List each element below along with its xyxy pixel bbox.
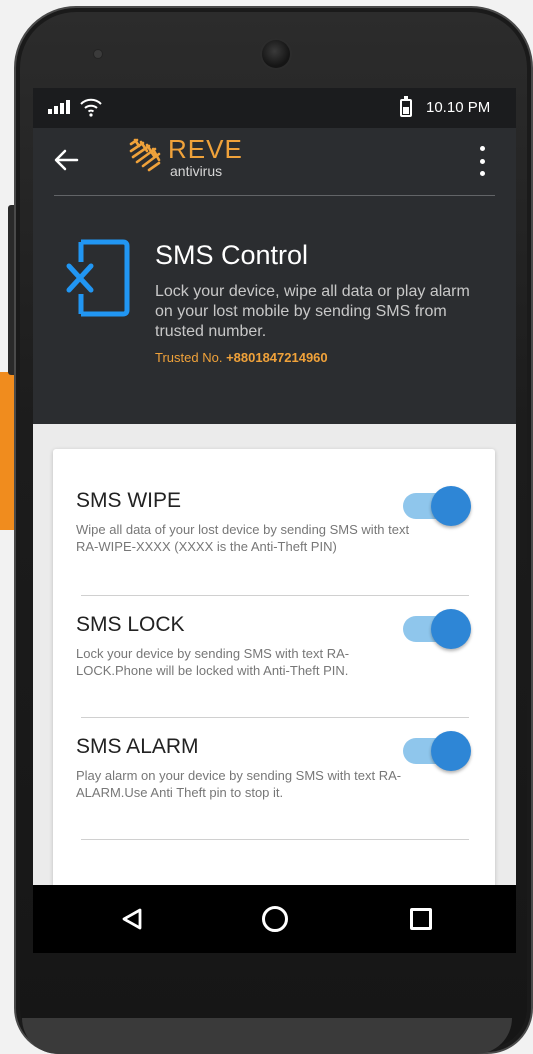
more-vert-icon[interactable] <box>476 146 488 176</box>
setting-row-sms-wipe: SMS WIPE Wipe all data of your lost devi… <box>76 486 471 555</box>
square-recents-icon[interactable] <box>410 908 432 930</box>
back-arrow-icon[interactable] <box>53 148 79 172</box>
setting-description: Wipe all data of your lost device by sen… <box>76 522 410 554</box>
screen: 10.10 PM REVE antivirus SMS Control Lock… <box>33 88 516 885</box>
reve-logo-icon <box>129 138 161 172</box>
setting-row-sms-lock: SMS LOCK Lock your device by sending SMS… <box>76 609 471 679</box>
proximity-sensor <box>94 50 102 58</box>
trusted-number-value: +8801847214960 <box>226 350 328 365</box>
battery-icon <box>400 96 412 117</box>
divider <box>81 595 469 596</box>
app-bar: REVE antivirus <box>33 128 516 196</box>
trusted-number: Trusted No. +8801847214960 <box>155 350 328 365</box>
settings-card: SMS WIPE Wipe all data of your lost devi… <box>53 449 495 885</box>
status-bar: 10.10 PM <box>33 88 516 128</box>
cellular-signal-icon <box>48 100 70 114</box>
circle-home-icon[interactable] <box>262 906 288 932</box>
divider <box>81 717 469 718</box>
sms-control-icon <box>66 239 130 317</box>
wifi-icon <box>80 98 102 117</box>
setting-description: Play alarm on your device by sending SMS… <box>76 768 402 800</box>
trusted-label: Trusted No. <box>155 350 223 365</box>
triangle-back-icon[interactable] <box>121 907 143 931</box>
sms-lock-toggle[interactable] <box>403 609 471 649</box>
setting-row-sms-alarm: SMS ALARM Play alarm on your device by s… <box>76 731 471 801</box>
status-time: 10.10 PM <box>426 99 491 116</box>
sms-alarm-toggle[interactable] <box>403 731 471 771</box>
app-logo-subtitle: antivirus <box>170 163 223 179</box>
page-description: Lock your device, wipe all data or play … <box>155 283 470 340</box>
setting-description: Lock your device by sending SMS with tex… <box>76 646 350 678</box>
sms-control-header: SMS Control Lock your device, wipe all d… <box>33 196 516 424</box>
front-camera <box>262 40 290 68</box>
divider <box>81 839 469 840</box>
app-logo-title: REVE <box>168 134 243 164</box>
phone-bottom-lip <box>22 1018 512 1054</box>
page-title: SMS Control <box>155 240 309 270</box>
sms-wipe-toggle[interactable] <box>403 486 471 526</box>
system-nav-bar <box>33 885 516 953</box>
